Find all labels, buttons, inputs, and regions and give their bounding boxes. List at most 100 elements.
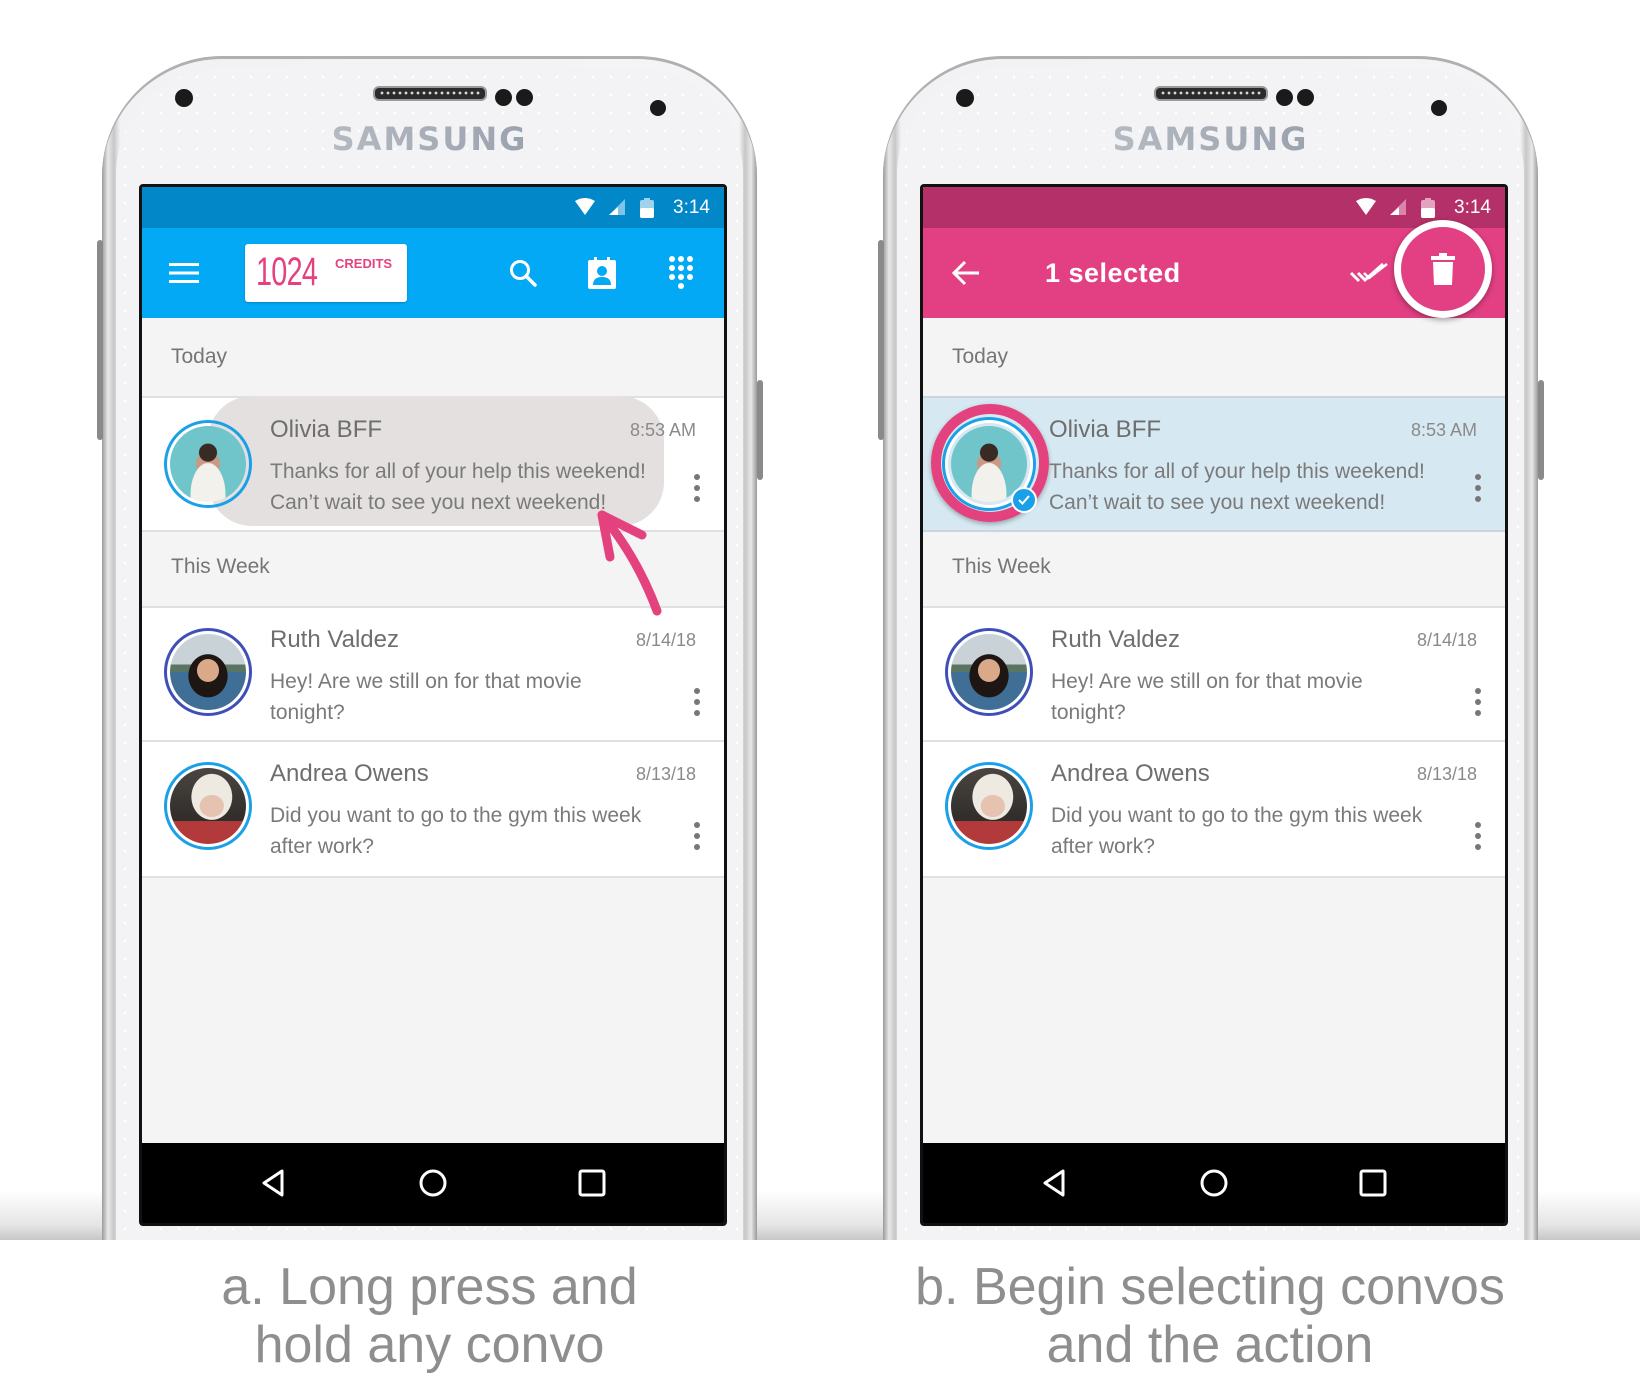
caption-line: b. Begin selecting convos [915,1258,1505,1316]
contact-name: Andrea Owens [1051,760,1210,787]
screen-a: 3:14 1024 CREDITS Today Olivia BFF 8:53 … [139,184,727,1226]
conversation-row-olivia-selected[interactable]: Olivia BFF 8:53 AM Thanks for all of you… [923,396,1505,532]
signal-icon [1390,199,1406,215]
hamburger-menu-icon[interactable] [163,252,205,294]
home-nav-icon[interactable] [1199,1168,1229,1198]
message-time: 8/14/18 [1416,630,1477,650]
caption-b: b. Begin selecting convos and the action [870,1258,1550,1374]
delete-icon [1431,253,1455,285]
earpiece-speaker [1153,86,1268,101]
contact-name: Ruth Valdez [1051,626,1180,653]
phone-a: SAMSUNG 3:14 1024 CREDITS Today Olivia B… [102,56,757,1240]
more-options-icon[interactable] [694,822,700,850]
battery-icon [640,198,654,218]
contact-name: Olivia BFF [270,416,383,443]
selection-count-title: 1 selected [1045,258,1181,288]
system-nav-bar [142,1143,724,1223]
more-options-icon[interactable] [694,688,700,716]
conversation-row-ruth[interactable]: Ruth Valdez 8/14/18 Hey! Are we still on… [923,606,1505,742]
selected-check-icon [1011,487,1037,513]
conversation-row-andrea[interactable]: Andrea Owens 8/13/18 Did you want to go … [142,740,724,878]
contact-name: Ruth Valdez [270,626,399,653]
sensor-dot [516,89,533,106]
contextual-action-bar: 1 selected [923,220,1505,318]
message-time: 8:53 AM [1410,420,1477,440]
front-camera [1431,100,1447,116]
volume-button [878,240,884,440]
section-label: Today [952,345,1009,368]
front-camera [650,100,666,116]
message-time: 8:53 AM [629,420,696,440]
select-all-icon[interactable] [1348,252,1390,294]
message-preview: Hey! Are we still on for that movie toni… [1051,670,1363,724]
tutorial-figure: SAMSUNG 3:14 1024 CREDITS Today Olivia B… [0,0,1640,1400]
caption-line: and the action [1046,1316,1374,1374]
power-button [757,380,763,480]
back-arrow-icon[interactable] [945,252,987,294]
signal-icon [609,199,625,215]
message-preview: Thanks for all of your help this weekend… [270,460,646,514]
message-preview: Thanks for all of your help this weekend… [1049,460,1425,514]
status-time: 3:14 [1454,197,1491,218]
conversation-row-olivia[interactable]: Olivia BFF 8:53 AM Thanks for all of you… [142,396,724,532]
device-brand: SAMSUNG [883,120,1538,158]
message-time: 8/13/18 [635,764,696,784]
more-options-icon[interactable] [1475,474,1481,502]
device-brand: SAMSUNG [102,120,757,158]
message-preview: Did you want to go to the gym this week … [270,804,642,858]
conversation-row-ruth[interactable]: Ruth Valdez 8/14/18 Hey! Are we still on… [142,606,724,742]
wifi-icon [1356,198,1376,215]
message-preview: Hey! Are we still on for that movie toni… [270,670,582,724]
section-label: Today [171,345,228,368]
caption-line: a. Long press and [221,1258,638,1316]
app-toolbar: 1024 CREDITS [142,228,724,318]
back-nav-icon[interactable] [260,1168,286,1198]
screen-b: 3:14 1 selected Today Olivia BFF 8:53 AM… [920,184,1508,1226]
avatar-ruth [945,628,1033,716]
contact-name: Andrea Owens [270,760,429,787]
section-header-this-week: This Week [923,528,1505,606]
sensor-dot [495,89,512,106]
earpiece-speaker [372,86,487,101]
power-button [1538,380,1544,480]
battery-icon [1421,198,1435,218]
section-label: This Week [171,555,270,578]
status-bar: 3:14 [923,187,1505,228]
recents-nav-icon[interactable] [578,1168,606,1198]
more-options-icon[interactable] [694,474,700,502]
annotation-arrow [597,510,662,616]
contacts-icon[interactable] [581,252,623,294]
credits-value: 1024 [256,250,318,294]
wifi-icon [575,198,595,215]
section-header-today: Today [923,318,1505,396]
contact-name: Olivia BFF [1049,416,1162,443]
section-label: This Week [952,555,1051,578]
more-options-icon[interactable] [1475,822,1481,850]
credits-badge[interactable]: 1024 CREDITS [245,244,407,302]
message-time: 8/13/18 [1416,764,1477,784]
sensor-dot [1276,89,1293,106]
sensor-dot [1297,89,1314,106]
dialpad-icon[interactable] [660,252,702,294]
search-icon[interactable] [502,252,544,294]
avatar-andrea [164,762,252,850]
recents-nav-icon[interactable] [1359,1168,1387,1198]
message-time: 8/14/18 [635,630,696,650]
caption-line: hold any convo [254,1316,605,1374]
avatar-andrea [945,762,1033,850]
message-preview: Did you want to go to the gym this week … [1051,804,1423,858]
volume-button [97,240,103,440]
home-nav-icon[interactable] [418,1168,448,1198]
sensor-dot [956,89,974,107]
status-bar: 3:14 [142,187,724,228]
avatar-olivia [164,420,252,508]
more-options-icon[interactable] [1475,688,1481,716]
delete-button-highlight[interactable] [1394,220,1492,318]
sensor-dot [175,89,193,107]
conversation-row-andrea[interactable]: Andrea Owens 8/13/18 Did you want to go … [923,740,1505,878]
caption-a: a. Long press and hold any convo [102,1258,757,1374]
back-nav-icon[interactable] [1041,1168,1067,1198]
system-nav-bar [923,1143,1505,1223]
credits-label: CREDITS [335,256,393,271]
status-time: 3:14 [673,197,710,218]
